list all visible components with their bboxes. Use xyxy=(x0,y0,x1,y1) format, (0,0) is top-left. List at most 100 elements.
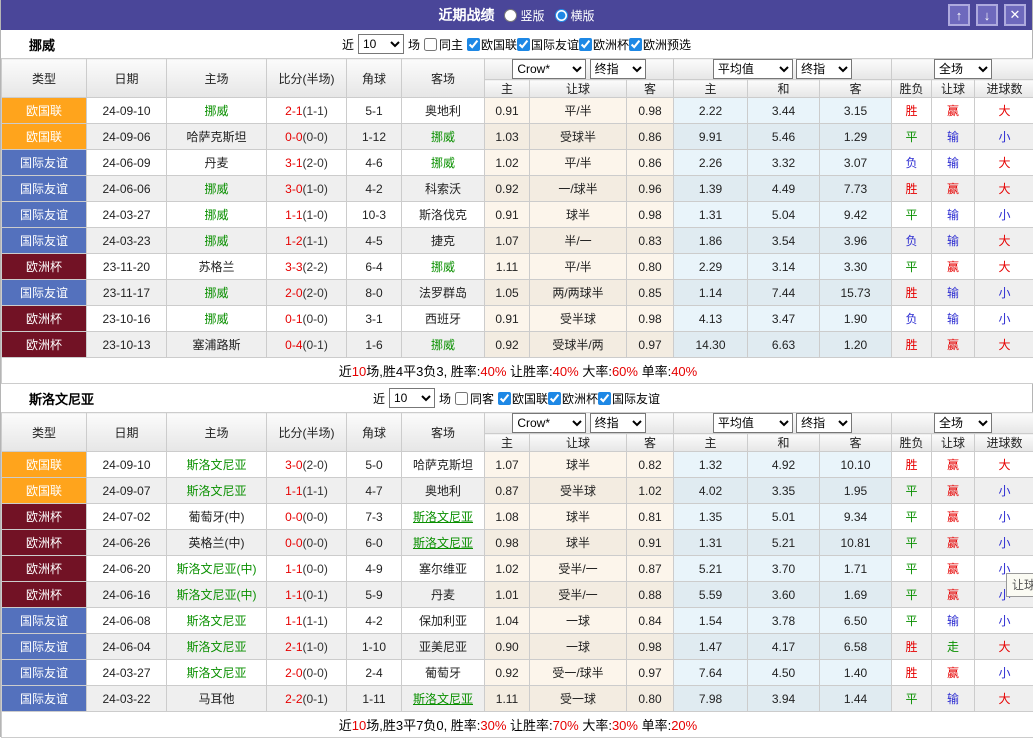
filter-bar: 近 10 场 同客 欧国联欧洲杯国际友谊 xyxy=(373,388,660,408)
final-odds-select[interactable]: 终指 xyxy=(590,413,646,433)
competition-badge: 国际友谊 xyxy=(2,202,87,228)
average-select[interactable]: 平均值 xyxy=(713,59,793,79)
games-label: 场 xyxy=(408,36,420,53)
over-under-result: 大 xyxy=(975,98,1033,124)
match-row: 欧国联24-09-10斯洛文尼亚3-0(2-0)5-0哈萨克斯坦1.07球半0.… xyxy=(2,452,1033,478)
avg-away-odds: 10.81 xyxy=(820,530,892,556)
league-checkbox[interactable] xyxy=(548,392,561,405)
win-draw-loss: 平 xyxy=(892,254,932,280)
match-date: 24-06-26 xyxy=(87,530,167,556)
final-average-select[interactable]: 终指 xyxy=(796,413,852,433)
league-label: 欧洲杯 xyxy=(562,390,598,407)
avg-draw-odds: 5.04 xyxy=(748,202,820,228)
move-up-button[interactable]: ↑ xyxy=(948,4,970,26)
handicap-result: 输 xyxy=(932,202,975,228)
away-odds: 0.81 xyxy=(627,504,674,530)
avg-away-odds: 1.44 xyxy=(820,686,892,712)
same-home-checkbox[interactable] xyxy=(424,38,437,51)
avg-away-odds: 3.30 xyxy=(820,254,892,280)
home-odds: 1.03 xyxy=(485,124,530,150)
league-filter[interactable]: 欧洲杯 xyxy=(579,36,629,53)
over-under-result: 大 xyxy=(975,634,1033,660)
bookmaker-select[interactable]: Crow* xyxy=(512,413,586,433)
score-cell: 0-4(0-1) xyxy=(267,332,347,358)
league-filter[interactable]: 欧国联 xyxy=(498,390,548,407)
col-handicap: 让球 xyxy=(530,80,627,98)
league-filters: 欧国联欧洲杯国际友谊 xyxy=(498,390,660,407)
move-down-button[interactable]: ↓ xyxy=(976,4,998,26)
final-odds-select[interactable]: 终指 xyxy=(590,59,646,79)
layout-horizontal-option[interactable]: 横版 xyxy=(555,7,595,24)
vertical-radio[interactable] xyxy=(504,9,517,22)
fulltime-score: 2-1 xyxy=(285,640,302,654)
league-checkbox[interactable] xyxy=(498,392,511,405)
team-name-text: 亚美尼亚 xyxy=(419,640,467,654)
handicap-result: 赢 xyxy=(932,660,975,686)
halftime-score: (0-0) xyxy=(303,666,328,680)
close-button[interactable]: ✕ xyxy=(1004,4,1026,26)
avg-draw-odds: 3.35 xyxy=(748,478,820,504)
league-checkbox[interactable] xyxy=(517,38,530,51)
league-filter[interactable]: 欧洲杯 xyxy=(548,390,598,407)
horizontal-radio[interactable] xyxy=(555,9,568,22)
over-under-result: 小 xyxy=(975,660,1033,686)
away-team: 塞尔维亚 xyxy=(402,556,485,582)
fulltime-select[interactable]: 全场 xyxy=(934,59,992,79)
league-checkbox[interactable] xyxy=(579,38,592,51)
bookmaker-select[interactable]: Crow* xyxy=(512,59,586,79)
same-away-filter[interactable]: 同客 xyxy=(455,390,494,407)
col-type: 类型 xyxy=(2,413,87,452)
league-checkbox[interactable] xyxy=(598,392,611,405)
league-checkbox[interactable] xyxy=(467,38,480,51)
recent-count-select[interactable]: 10 xyxy=(389,388,435,408)
win-draw-loss: 胜 xyxy=(892,280,932,306)
league-filter[interactable]: 国际友谊 xyxy=(598,390,660,407)
col-home: 主场 xyxy=(167,59,267,98)
layout-vertical-option[interactable]: 竖版 xyxy=(504,7,544,24)
league-filter[interactable]: 欧国联 xyxy=(467,36,517,53)
avg-home-odds: 14.30 xyxy=(674,332,748,358)
halftime-score: (0-0) xyxy=(303,562,328,576)
section-header-slovenia: 斯洛文尼亚 近 10 场 同客 欧国联欧洲杯国际友谊 xyxy=(1,384,1032,412)
halftime-score: (1-1) xyxy=(303,234,328,248)
fulltime-score: 1-1 xyxy=(285,614,302,628)
win-draw-loss: 平 xyxy=(892,202,932,228)
team-name-text: 斯洛文尼亚 xyxy=(186,666,246,680)
league-filter[interactable]: 国际友谊 xyxy=(517,36,579,53)
away-odds: 0.87 xyxy=(627,556,674,582)
summary-row: 近10场,胜4平3负3, 胜率:40% 让胜率:40% 大率:60% 单率:40… xyxy=(2,358,1033,384)
recent-count-select[interactable]: 10 xyxy=(358,34,404,54)
score-cell: 3-3(2-2) xyxy=(267,254,347,280)
away-odds: 0.85 xyxy=(627,280,674,306)
over-under-result: 小 xyxy=(975,280,1033,306)
league-checkbox[interactable] xyxy=(629,38,642,51)
score-cell: 1-2(1-1) xyxy=(267,228,347,254)
fulltime-score: 1-1 xyxy=(285,208,302,222)
league-filter[interactable]: 欧洲预选 xyxy=(629,36,691,53)
corner-count: 4-9 xyxy=(347,556,402,582)
halftime-score: (1-0) xyxy=(303,182,328,196)
home-odds: 0.90 xyxy=(485,634,530,660)
fulltime-select[interactable]: 全场 xyxy=(934,413,992,433)
handicap-result: 赢 xyxy=(932,530,975,556)
away-odds: 0.86 xyxy=(627,150,674,176)
handicap-result: 输 xyxy=(932,686,975,712)
match-date: 24-06-20 xyxy=(87,556,167,582)
over-under-result: 小 xyxy=(975,478,1033,504)
average-select[interactable]: 平均值 xyxy=(713,413,793,433)
avg-away-odds: 9.42 xyxy=(820,202,892,228)
home-team: 马耳他 xyxy=(167,686,267,712)
handicap-line: 平/半 xyxy=(530,150,627,176)
fulltime-score: 3-0 xyxy=(285,458,302,472)
team-name-text: 斯洛文尼亚 xyxy=(413,510,473,524)
home-odds: 1.05 xyxy=(485,280,530,306)
same-away-checkbox[interactable] xyxy=(455,392,468,405)
final-average-select[interactable]: 终指 xyxy=(796,59,852,79)
fulltime-score: 2-2 xyxy=(285,692,302,706)
same-home-filter[interactable]: 同主 xyxy=(424,36,463,53)
home-odds: 1.11 xyxy=(485,686,530,712)
summary-text: 近10场,胜4平3负3, 胜率:40% 让胜率:40% 大率:60% 单率:40… xyxy=(2,358,1033,384)
team-name-text: 捷克 xyxy=(431,234,455,248)
avg-draw-odds: 3.47 xyxy=(748,306,820,332)
match-row: 国际友谊24-03-27挪威1-1(1-0)10-3斯洛伐克0.91球半0.98… xyxy=(2,202,1033,228)
